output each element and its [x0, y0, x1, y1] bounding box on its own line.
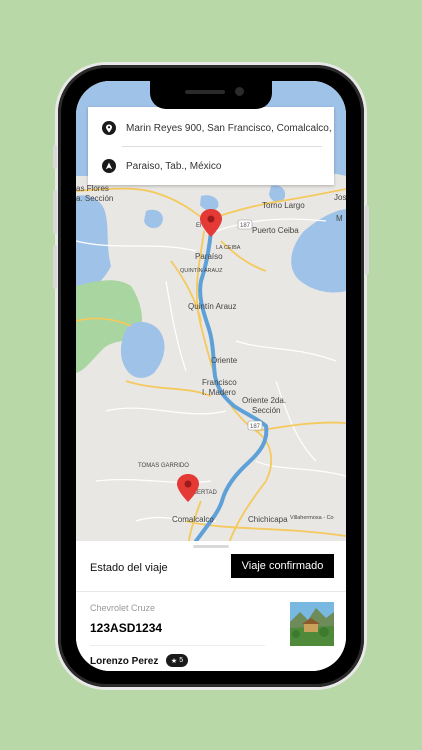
map-label-paraiso: Paraíso	[195, 252, 223, 261]
destination-row[interactable]: Paraiso, Tab., México	[88, 147, 334, 185]
map-label-francisco: Francisco	[202, 378, 237, 387]
map-label-seccion: Sección	[252, 406, 280, 415]
map-label-i-madero: I. Madero	[202, 388, 236, 397]
speaker	[185, 90, 225, 94]
star-icon: ★	[170, 657, 178, 665]
driver-rating-badge: ★ 5	[166, 654, 188, 667]
origin-row[interactable]: Marin Reyes 900, San Francisco, Comalcal…	[88, 109, 334, 147]
map-label-villahermosa: Villahermosa - Co	[290, 515, 334, 521]
location-pin-icon	[102, 121, 116, 135]
map-label-quintin-arauz-district: QUINTÍN ARAUZ	[180, 267, 223, 274]
navigation-arrow-icon	[102, 159, 116, 173]
vehicle-plate: 123ASD1234	[90, 621, 163, 635]
road-shield-187: 187	[237, 219, 253, 230]
vehicle-photo[interactable]	[290, 602, 334, 646]
sheet-drag-handle[interactable]	[193, 545, 229, 548]
map-label-chichicapa: Chichicapa	[248, 515, 288, 524]
app-screen: as Flores a. Sección Torno Largo Puerto …	[76, 81, 346, 671]
volume-down-button	[53, 245, 57, 289]
map-label-puerto-ceiba: Puerto Ceiba	[252, 226, 299, 235]
origin-address: Marin Reyes 900, San Francisco, Comalcal…	[126, 122, 331, 134]
map-label-oriente: Oriente	[211, 356, 238, 365]
section-divider	[76, 591, 346, 592]
map-label-las-flores: as Flores	[76, 184, 109, 193]
map-label-torno-largo: Torno Largo	[262, 201, 305, 210]
map-label-quintin-arauz: Quintín Arauz	[188, 302, 236, 311]
map-label-la-seccion: a. Sección	[76, 194, 113, 203]
map-label-oriente-2da: Oriente 2da.	[242, 396, 286, 405]
map-label-la-ceiba: LA CEIBA	[216, 245, 241, 251]
trip-status-label: Estado del viaje	[90, 562, 168, 574]
svg-text:187: 187	[240, 223, 251, 229]
destination-address: Paraiso, Tab., México	[126, 160, 222, 172]
power-button	[365, 205, 369, 275]
camera	[235, 87, 244, 96]
vehicle-divider	[90, 645, 265, 646]
map-label-tomas-garrido: TOMAS GARRIDO	[138, 463, 189, 469]
svg-text:187: 187	[250, 424, 261, 430]
trip-bottom-sheet: Estado del viaje Viaje confirmado Chevro…	[76, 541, 346, 671]
driver-name: Lorenzo Perez	[90, 656, 159, 667]
map-label-jose: Jos	[334, 193, 346, 202]
notch	[150, 81, 272, 109]
road-shield-187b: 187	[247, 420, 263, 431]
map-label-m: M	[336, 214, 343, 223]
mute-switch	[53, 145, 57, 169]
volume-up-button	[53, 190, 57, 234]
map-label-comalcalco: Comalcalco	[172, 515, 214, 524]
vehicle-model: Chevrolet Cruze	[90, 603, 156, 613]
route-address-card: Marin Reyes 900, San Francisco, Comalcal…	[88, 107, 334, 185]
phone-frame: as Flores a. Sección Torno Largo Puerto …	[53, 65, 369, 687]
trip-status-badge: Viaje confirmado	[231, 554, 334, 578]
driver-rating-value: 5	[179, 657, 184, 664]
